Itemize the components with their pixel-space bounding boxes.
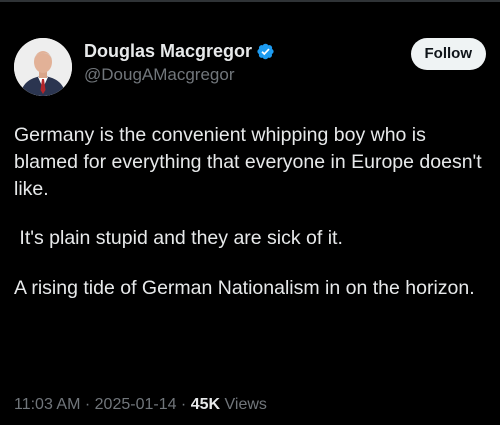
display-name[interactable]: Douglas Macgregor: [84, 41, 252, 62]
follow-button[interactable]: Follow: [410, 38, 486, 70]
avatar-image: [14, 38, 72, 96]
display-name-row: Douglas Macgregor: [84, 40, 275, 62]
tweet-header: Douglas Macgregor @DougAMacgregor Follow: [14, 38, 486, 96]
views-count[interactable]: 45K: [191, 396, 220, 413]
tweet-metadata: 11:03 AM · 2025-01-14 · 45K Views: [14, 396, 267, 414]
author-handle[interactable]: @DougAMacgregor: [84, 65, 275, 85]
tweet-date[interactable]: 2025-01-14: [95, 396, 177, 413]
meta-separator: ·: [176, 396, 191, 413]
avatar[interactable]: [14, 38, 72, 96]
author-names: Douglas Macgregor @DougAMacgregor: [84, 40, 275, 85]
tweet-paragraph: It's plain stupid and they are sick of i…: [14, 227, 343, 249]
tweet-paragraph: A rising tide of German Nationalism in o…: [14, 277, 475, 299]
top-divider: [0, 0, 500, 2]
meta-separator: ·: [80, 396, 95, 413]
tweet-text: Germany is the convenient whipping boy w…: [14, 122, 484, 302]
tweet-time[interactable]: 11:03 AM: [14, 396, 80, 413]
verified-badge-icon[interactable]: [256, 42, 275, 61]
tweet-paragraph: Germany is the convenient whipping boy w…: [14, 124, 488, 200]
views-label: Views: [220, 396, 267, 413]
tweet-card: Douglas Macgregor @DougAMacgregor Follow…: [0, 0, 500, 425]
